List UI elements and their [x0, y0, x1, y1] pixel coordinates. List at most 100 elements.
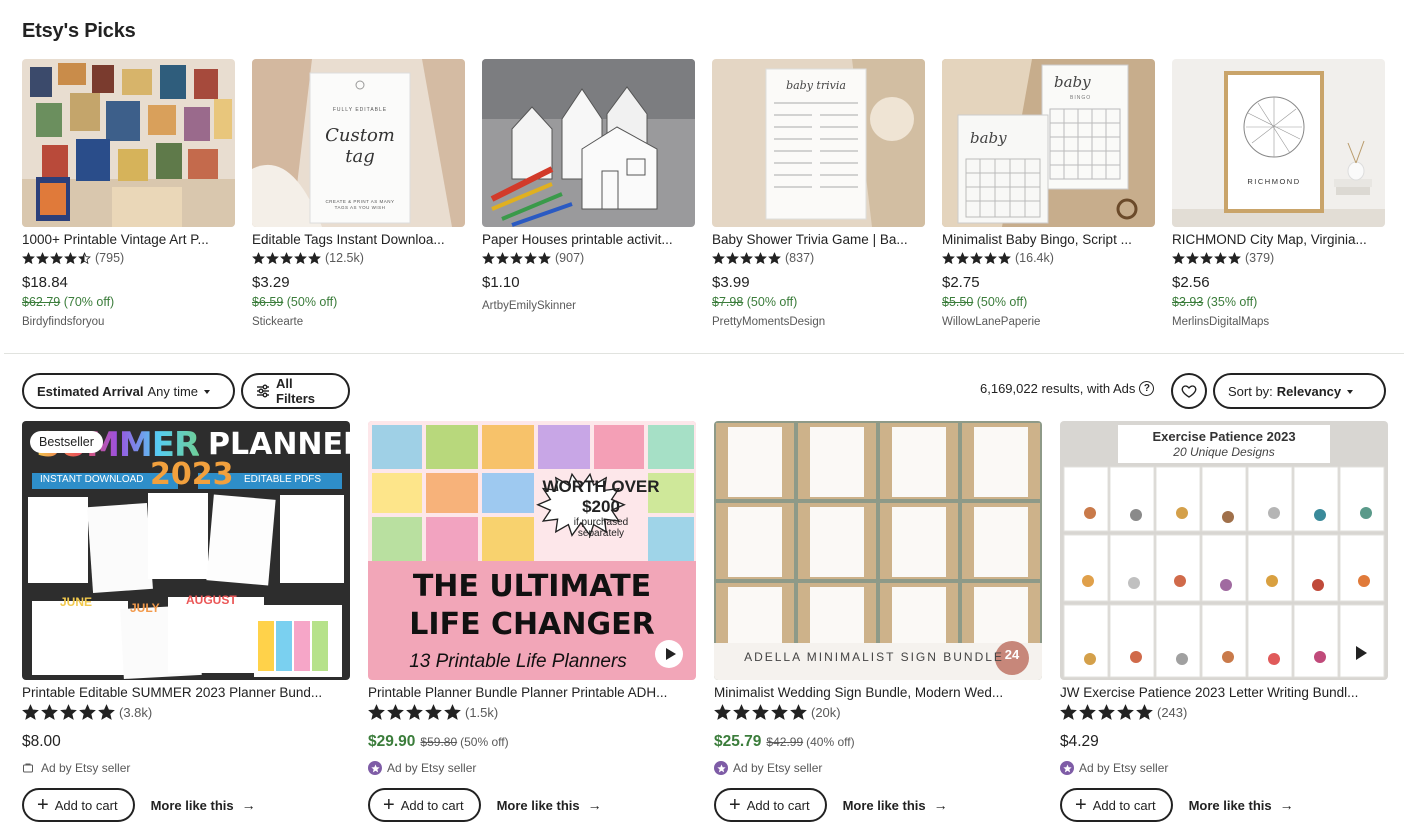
product-title[interactable]: JW Exercise Patience 2023 Letter Writing… — [1060, 685, 1388, 700]
favorite-search-button[interactable] — [1171, 373, 1207, 409]
product-image[interactable]: baby trivia — [712, 59, 925, 227]
price-line: $4.29 — [1060, 733, 1388, 751]
more-like-this-link[interactable]: More like this → — [497, 797, 602, 813]
discount-percent: (70% off) — [63, 295, 115, 309]
price: $8.00 — [22, 733, 61, 750]
image-worth-text: WORTH OVER $200 — [542, 477, 660, 516]
section-title-etsys-picks: Etsy's Picks — [22, 20, 136, 42]
star-rating — [482, 251, 551, 265]
original-price: $7.98 — [712, 295, 744, 309]
listing-card[interactable]: Exercise Patience 2023 20 Unique Designs… — [1060, 421, 1388, 822]
star-icon — [308, 251, 321, 265]
shop-name[interactable]: Birdyfindsforyou — [22, 316, 235, 328]
discount-percent: (50% off) — [460, 735, 509, 749]
discount-line: $62.79 (70% off) — [22, 295, 235, 309]
more-like-this-label: More like this — [842, 797, 926, 813]
product-image[interactable]: WORTH OVER $200 if purchased separately … — [368, 421, 696, 680]
product-image[interactable]: baby BINGO baby — [942, 59, 1155, 227]
product-title[interactable]: Printable Planner Bundle Planner Printab… — [368, 685, 696, 700]
listing-card[interactable]: SUMMER PLANNER INSTANT DOWNLOAD 2023 EDI… — [22, 421, 350, 822]
rating: (3.8k) — [22, 704, 350, 721]
more-like-this-link[interactable]: More like this → — [843, 797, 948, 813]
play-icon — [665, 648, 676, 660]
more-like-this-link[interactable]: More like this → — [1189, 797, 1294, 813]
sale-price: $29.90 — [368, 733, 416, 750]
product-title[interactable]: Editable Tags Instant Downloa... — [252, 232, 465, 247]
product-title[interactable]: Printable Editable SUMMER 2023 Planner B… — [22, 685, 350, 700]
all-filters-button[interactable]: All Filters — [241, 373, 350, 409]
star-icon — [444, 704, 461, 721]
card-actions: + Add to cart More like this → — [1060, 788, 1388, 822]
product-image[interactable] — [22, 59, 235, 227]
ad-text: Ad by Etsy seller — [1079, 761, 1169, 775]
map-city-text: RICHMOND — [1247, 177, 1301, 186]
discount-percent: (40% off) — [806, 735, 855, 749]
pick-card[interactable]: Paper Houses printable activit... (907) … — [482, 59, 695, 328]
star-icon — [1117, 704, 1134, 721]
pick-card[interactable]: 1000+ Printable Vintage Art P... (795) $… — [22, 59, 235, 328]
pick-card[interactable]: baby trivia Baby Shower Trivia Game | Ba… — [712, 59, 925, 328]
product-title[interactable]: Minimalist Wedding Sign Bundle, Modern W… — [714, 685, 1042, 700]
shop-name[interactable]: Stickearte — [252, 316, 465, 328]
discount-percent: (50% off) — [976, 295, 1028, 309]
image-august-text: AUGUST — [186, 593, 237, 607]
product-image[interactable] — [482, 59, 695, 227]
shop-name[interactable]: PrettyMomentsDesign — [712, 316, 925, 328]
star-icon — [79, 704, 96, 721]
review-count: (16.4k) — [1015, 251, 1054, 265]
plus-icon: + — [729, 794, 741, 816]
product-image[interactable]: RICHMOND — [1172, 59, 1385, 227]
star-icon — [733, 704, 750, 721]
sort-by-dropdown[interactable]: Sort by: Relevancy — [1213, 373, 1386, 409]
image-year-text: 2023 — [150, 457, 234, 492]
star-icon — [98, 704, 115, 721]
discount-percent: (50% off) — [746, 295, 798, 309]
product-image[interactable]: ADELLA MINIMALIST SIGN BUNDLE 24 — [714, 421, 1042, 680]
original-price: $3.93 — [1172, 295, 1204, 309]
star-icon — [1098, 704, 1115, 721]
original-price: $5.50 — [942, 295, 974, 309]
help-icon[interactable]: ? — [1139, 381, 1155, 396]
listing-card[interactable]: ADELLA MINIMALIST SIGN BUNDLE 24 Minimal… — [714, 421, 1042, 822]
product-image[interactable]: SUMMER PLANNER INSTANT DOWNLOAD 2023 EDI… — [22, 421, 350, 680]
product-title[interactable]: Minimalist Baby Bingo, Script ... — [942, 232, 1155, 247]
shop-name[interactable]: WillowLanePaperie — [942, 316, 1155, 328]
pick-card[interactable]: FULLY EDITABLE Custom tag CREATE & PRINT… — [252, 59, 465, 328]
add-to-cart-button[interactable]: + Add to cart — [22, 788, 135, 822]
estimated-arrival-filter-button[interactable]: Estimated Arrival Any time — [22, 373, 235, 409]
shop-name[interactable]: MerlinsDigitalMaps — [1172, 316, 1385, 328]
shop-name[interactable]: ArtbyEmilySkinner — [482, 300, 695, 312]
star-rating — [22, 704, 115, 721]
product-title[interactable]: Paper Houses printable activit... — [482, 232, 695, 247]
more-like-this-link[interactable]: More like this → — [151, 797, 256, 813]
rating: (1.5k) — [368, 704, 696, 721]
pick-card[interactable]: RICHMOND RICHMOND City Map, Virginia... … — [1172, 59, 1385, 328]
discount-line: $5.50 (50% off) — [942, 295, 1155, 309]
star-icon — [1060, 704, 1077, 721]
pick-card[interactable]: baby BINGO baby Minimalist Baby Bingo, S… — [942, 59, 1155, 328]
tag-top-text: FULLY EDITABLE — [332, 107, 388, 113]
star-icon — [1136, 704, 1153, 721]
plus-icon: + — [1075, 794, 1087, 816]
product-title[interactable]: RICHMOND City Map, Virginia... — [1172, 232, 1385, 247]
original-price: $59.80 — [420, 735, 458, 749]
product-image[interactable]: FULLY EDITABLE Custom tag CREATE & PRINT… — [252, 59, 465, 227]
product-title[interactable]: Baby Shower Trivia Game | Ba... — [712, 232, 925, 247]
trivia-title-text: baby trivia — [786, 79, 846, 92]
add-to-cart-button[interactable]: + Add to cart — [714, 788, 827, 822]
play-video-button[interactable] — [655, 640, 683, 668]
star-icon — [771, 704, 788, 721]
add-to-cart-button[interactable]: + Add to cart — [1060, 788, 1173, 822]
review-count: (12.5k) — [325, 251, 364, 265]
star-icon — [406, 704, 423, 721]
product-title[interactable]: 1000+ Printable Vintage Art P... — [22, 232, 235, 247]
star-icon — [790, 704, 807, 721]
star-icon — [538, 251, 551, 265]
product-image[interactable]: Exercise Patience 2023 20 Unique Designs — [1060, 421, 1388, 680]
arrow-right-icon: → — [1279, 797, 1294, 813]
star-icon — [768, 251, 781, 265]
discount-line: $7.98 (50% off) — [712, 295, 925, 309]
add-to-cart-button[interactable]: + Add to cart — [368, 788, 481, 822]
add-to-cart-label: Add to cart — [400, 797, 464, 813]
listing-card[interactable]: WORTH OVER $200 if purchased separately … — [368, 421, 696, 822]
